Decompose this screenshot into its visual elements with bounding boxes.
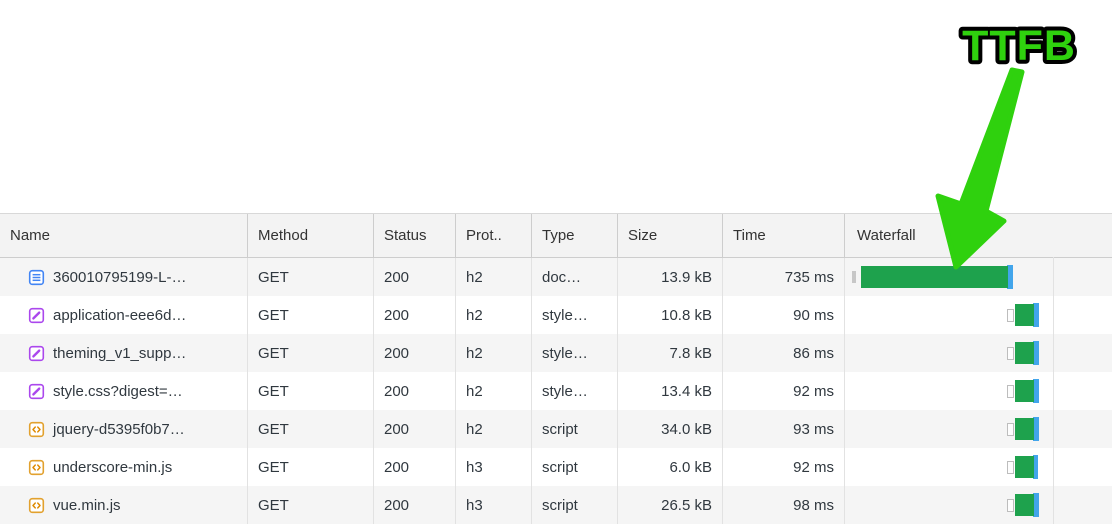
column-header-name[interactable]: Name	[0, 214, 248, 257]
request-status: 200	[374, 334, 456, 372]
table-row[interactable]: underscore-min.js GET 200 h3 script 6.0 …	[0, 448, 1112, 486]
request-type: style…	[532, 334, 618, 372]
waterfall-stalled-bar	[1007, 499, 1014, 512]
waterfall-ttfb-bar	[1015, 494, 1034, 516]
request-method: GET	[248, 448, 374, 486]
request-name: vue.min.js	[53, 497, 121, 514]
request-status: 200	[374, 296, 456, 334]
request-status: 200	[374, 410, 456, 448]
request-method: GET	[248, 486, 374, 524]
request-type: script	[532, 448, 618, 486]
waterfall-time-gridline	[1053, 257, 1054, 524]
request-time: 90 ms	[723, 296, 845, 334]
request-protocol: h2	[456, 258, 532, 296]
request-status: 200	[374, 486, 456, 524]
waterfall-cell	[845, 296, 1112, 334]
request-name: application-eee6d…	[53, 307, 186, 324]
waterfall-stalled-bar	[1007, 461, 1014, 474]
request-time: 92 ms	[723, 372, 845, 410]
request-size: 10.8 kB	[618, 296, 723, 334]
request-size: 13.4 kB	[618, 372, 723, 410]
request-protocol: h2	[456, 334, 532, 372]
request-type: script	[532, 410, 618, 448]
request-time: 98 ms	[723, 486, 845, 524]
table-row[interactable]: application-eee6d… GET 200 h2 style… 10.…	[0, 296, 1112, 334]
request-status: 200	[374, 258, 456, 296]
request-size: 34.0 kB	[618, 410, 723, 448]
request-type: script	[532, 486, 618, 524]
request-name: style.css?digest=…	[53, 383, 183, 400]
script-icon	[28, 421, 45, 438]
column-header-status[interactable]: Status	[374, 214, 456, 257]
request-protocol: h2	[456, 410, 532, 448]
script-icon	[28, 497, 45, 514]
request-method: GET	[248, 334, 374, 372]
request-size: 7.8 kB	[618, 334, 723, 372]
table-header: Name Method Status Prot.. Type Size Time…	[0, 213, 1112, 258]
devtools-network-panel: Name Method Status Prot.. Type Size Time…	[0, 0, 1112, 528]
network-request-table: Name Method Status Prot.. Type Size Time…	[0, 213, 1112, 524]
request-time: 93 ms	[723, 410, 845, 448]
request-size: 26.5 kB	[618, 486, 723, 524]
request-method: GET	[248, 372, 374, 410]
waterfall-ttfb-bar	[1015, 456, 1034, 478]
waterfall-cell	[845, 448, 1112, 486]
column-header-waterfall[interactable]: Waterfall	[845, 214, 1112, 257]
request-name: theming_v1_supp…	[53, 345, 186, 362]
waterfall-ttfb-bar	[861, 266, 1008, 288]
table-row[interactable]: jquery-d5395f0b7… GET 200 h2 script 34.0…	[0, 410, 1112, 448]
waterfall-ttfb-bar	[1015, 418, 1034, 440]
request-type: style…	[532, 372, 618, 410]
request-protocol: h2	[456, 372, 532, 410]
waterfall-stalled-bar	[852, 271, 856, 283]
table-row[interactable]: theming_v1_supp… GET 200 h2 style… 7.8 k…	[0, 334, 1112, 372]
ttfb-label: TTFB	[962, 22, 1076, 70]
request-status: 200	[374, 448, 456, 486]
waterfall-cell	[845, 334, 1112, 372]
document-icon	[28, 269, 45, 286]
waterfall-ttfb-bar	[1015, 304, 1034, 326]
request-status: 200	[374, 372, 456, 410]
request-size: 13.9 kB	[618, 258, 723, 296]
request-protocol: h3	[456, 486, 532, 524]
waterfall-stalled-bar	[1007, 309, 1014, 322]
waterfall-stalled-bar	[1007, 423, 1014, 436]
request-method: GET	[248, 296, 374, 334]
column-header-size[interactable]: Size	[618, 214, 723, 257]
script-icon	[28, 459, 45, 476]
waterfall-cell	[845, 486, 1112, 524]
request-method: GET	[248, 258, 374, 296]
waterfall-cell	[845, 372, 1112, 410]
waterfall-cell	[845, 410, 1112, 448]
request-name: 360010795199-L-…	[53, 269, 186, 286]
waterfall-stalled-bar	[1007, 347, 1014, 360]
request-time: 86 ms	[723, 334, 845, 372]
waterfall-stalled-bar	[1007, 385, 1014, 398]
request-name: jquery-d5395f0b7…	[53, 421, 185, 438]
column-header-protocol[interactable]: Prot..	[456, 214, 532, 257]
request-time: 735 ms	[723, 258, 845, 296]
table-row[interactable]: 360010795199-L-… GET 200 h2 doc… 13.9 kB…	[0, 258, 1112, 296]
stylesheet-icon	[28, 307, 45, 324]
waterfall-ttfb-bar	[1015, 342, 1034, 364]
request-type: style…	[532, 296, 618, 334]
stylesheet-icon	[28, 383, 45, 400]
waterfall-ttfb-bar	[1015, 380, 1034, 402]
request-protocol: h3	[456, 448, 532, 486]
request-protocol: h2	[456, 296, 532, 334]
table-row[interactable]: vue.min.js GET 200 h3 script 26.5 kB 98 …	[0, 486, 1112, 524]
request-time: 92 ms	[723, 448, 845, 486]
column-header-method[interactable]: Method	[248, 214, 374, 257]
column-header-time[interactable]: Time	[723, 214, 845, 257]
request-size: 6.0 kB	[618, 448, 723, 486]
request-type: doc…	[532, 258, 618, 296]
column-header-type[interactable]: Type	[532, 214, 618, 257]
request-name: underscore-min.js	[53, 459, 172, 476]
waterfall-cell	[845, 258, 1112, 296]
stylesheet-icon	[28, 345, 45, 362]
request-method: GET	[248, 410, 374, 448]
table-row[interactable]: style.css?digest=… GET 200 h2 style… 13.…	[0, 372, 1112, 410]
